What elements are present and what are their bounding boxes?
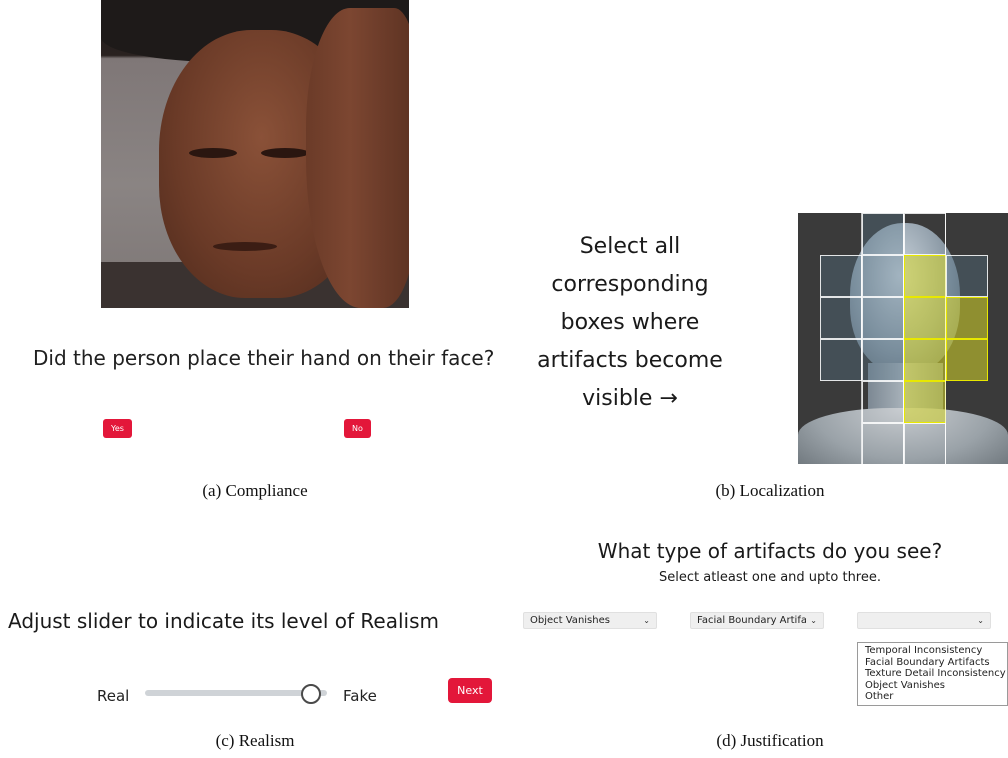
grid-cell-selected[interactable] [904,339,946,381]
instruction-line: corresponding [551,272,709,297]
no-button[interactable]: No [344,419,371,438]
grid-cell[interactable] [946,255,988,297]
select-value: Facial Boundary Artifa [697,615,807,626]
compliance-question: Did the person place their hand on their… [33,346,495,370]
chevron-down-icon: ⌄ [643,616,650,625]
subject-photo [101,0,409,308]
realism-slider-track[interactable] [145,690,327,696]
grid-cell[interactable] [820,255,862,297]
caption-localization: (b) Localization [715,481,825,500]
dropdown-option[interactable]: Facial Boundary Artifacts [865,657,1007,669]
artifact-select-1[interactable]: Object Vanishes ⌄ [523,612,657,629]
dropdown-option[interactable]: Object Vanishes [865,680,1007,692]
next-button[interactable]: Next [448,678,492,703]
instruction-line: Select all [579,234,681,259]
dropdown-option[interactable]: Temporal Inconsistency [865,645,1007,657]
grid-cell[interactable] [862,423,904,464]
dropdown-option[interactable]: Other [865,691,1007,703]
grid-cell[interactable] [904,423,946,464]
grid-cell-selected[interactable] [904,297,946,339]
artifact-select-2[interactable]: Facial Boundary Artifa ⌄ [690,612,824,629]
grid-cell-selected[interactable] [946,297,988,339]
grid-cell[interactable] [862,339,904,381]
dropdown-option[interactable]: Texture Detail Inconsistency [865,668,1007,680]
grid-cell[interactable] [820,339,862,381]
face-grid-image [798,213,1008,464]
artifact-dropdown-list: Temporal Inconsistency Facial Boundary A… [857,642,1008,706]
grid-cell[interactable] [862,381,904,423]
grid-cell[interactable] [862,255,904,297]
grid-cell[interactable] [820,297,862,339]
caption-justification: (d) Justification [716,731,824,750]
select-value: Object Vanishes [530,615,610,626]
grid-cell[interactable] [862,213,904,255]
instruction-line: artifacts become [537,348,723,373]
realism-title: Adjust slider to indicate its level of R… [8,609,439,633]
artifact-select-3[interactable]: ⌄ [857,612,991,629]
grid-cell-selected[interactable] [904,381,946,423]
grid-cell-selected[interactable] [904,255,946,297]
yes-button[interactable]: Yes [103,419,132,438]
chevron-down-icon: ⌄ [977,616,984,625]
grid-cell-selected[interactable] [946,339,988,381]
slider-left-label: Real [97,687,130,705]
localization-instruction: Select all corresponding boxes where art… [515,228,745,418]
grid-cell[interactable] [862,297,904,339]
slider-right-label: Fake [343,687,377,705]
grid-cell[interactable] [904,213,946,255]
instruction-line: visible → [582,386,678,411]
caption-realism: (c) Realism [215,731,295,750]
caption-compliance: (a) Compliance [202,481,308,500]
realism-slider-thumb[interactable] [301,684,321,704]
justification-subtitle: Select atleast one and upto three. [659,570,881,585]
chevron-down-icon: ⌄ [810,616,817,625]
justification-title: What type of artifacts do you see? [597,539,943,563]
instruction-line: boxes where [560,310,700,335]
